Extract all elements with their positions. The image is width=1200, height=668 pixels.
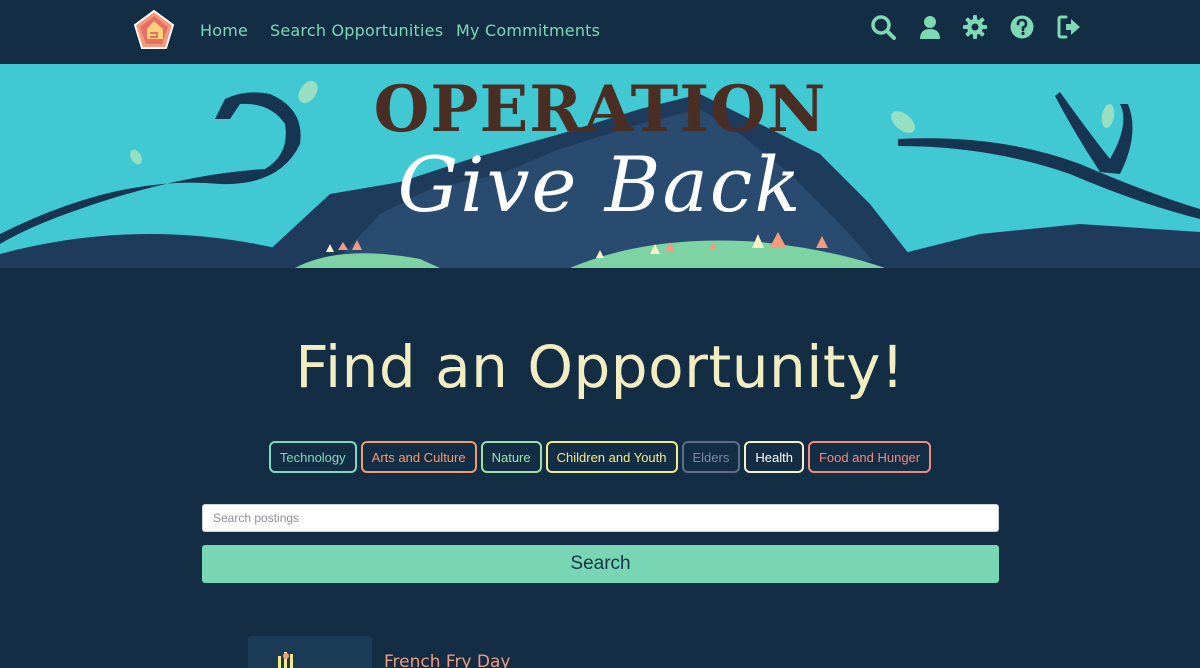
banner-subtitle: Give Back bbox=[397, 140, 803, 229]
operation-give-back-banner: OPERATION Give Back bbox=[0, 64, 1200, 268]
result-thumbnail[interactable] bbox=[248, 636, 372, 668]
sign-out-icon[interactable] bbox=[1056, 14, 1082, 40]
nav-home-link[interactable]: Home bbox=[200, 21, 248, 40]
category-chip-technology[interactable]: Technology bbox=[268, 441, 357, 473]
fries-image bbox=[248, 636, 372, 668]
search-icon[interactable] bbox=[870, 14, 896, 40]
category-chip-elders[interactable]: Elders bbox=[681, 441, 741, 473]
help-icon[interactable] bbox=[1009, 14, 1035, 40]
banner-title: OPERATION bbox=[373, 72, 827, 147]
nav-my-commitments-link[interactable]: My Commitments bbox=[456, 21, 600, 40]
house-pentagon-logo[interactable] bbox=[133, 9, 175, 51]
nav-search-opportunities-link[interactable]: Search Opportunities bbox=[270, 21, 443, 40]
category-chip-health[interactable]: Health bbox=[744, 441, 804, 473]
search-postings-input[interactable] bbox=[202, 504, 999, 532]
category-chip-food-and-hunger[interactable]: Food and Hunger bbox=[807, 441, 932, 473]
category-chip-arts-and-culture[interactable]: Arts and Culture bbox=[360, 441, 477, 473]
gear-icon[interactable] bbox=[962, 14, 988, 40]
user-icon[interactable] bbox=[917, 14, 943, 40]
result-title[interactable]: French Fry Day bbox=[384, 652, 510, 668]
category-chip-nature[interactable]: Nature bbox=[480, 441, 542, 473]
page-heading: Find an Opportunity! bbox=[295, 333, 905, 401]
category-filter-bar: Technology Arts and Culture Nature Children… bbox=[0, 441, 1200, 473]
search-button[interactable]: Search bbox=[202, 545, 999, 583]
navbar: Home Search Opportunities My Commitments bbox=[0, 0, 1200, 64]
category-chip-children-and-youth[interactable]: Children and Youth bbox=[545, 441, 678, 473]
